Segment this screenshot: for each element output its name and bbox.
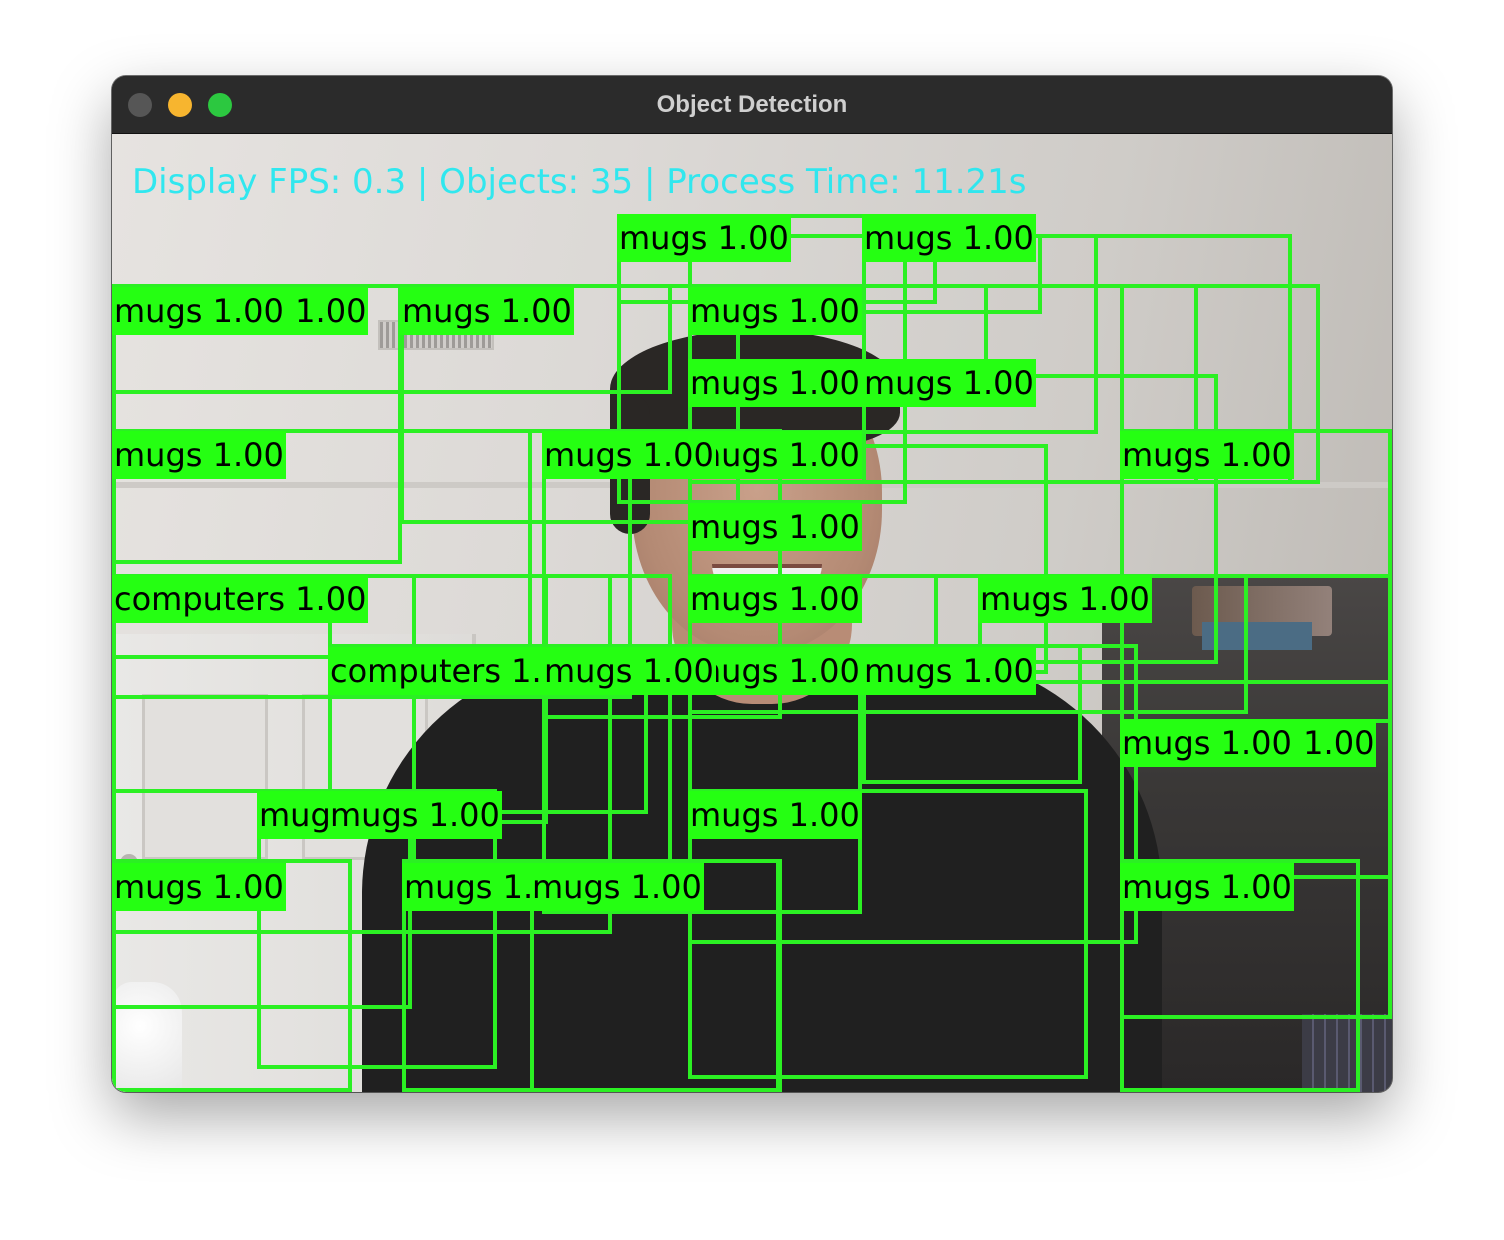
window-title: Object Detection: [656, 91, 848, 118]
detection-label: mugs 1.00: [688, 575, 862, 623]
detection-label: mugs 1.00: [328, 791, 502, 839]
detection-label: mugs 1.00: [1120, 431, 1294, 479]
detection-label: mugs 1.00: [862, 359, 1036, 407]
title-bar[interactable]: Object Detection: [112, 76, 1392, 134]
detection-label: mugs 1.00: [617, 214, 791, 262]
detection-label: mugs 1.00: [688, 287, 862, 335]
detection-labels: computers 1.00mugs 1.00mugs 1.00mugs 1.0…: [112, 134, 1392, 1092]
detection-label: computers 1.00: [112, 575, 369, 623]
detection-label: mugs 1.00: [112, 287, 286, 335]
camera-frame: computers 1.00mugs 1.00mugs 1.00mugs 1.0…: [112, 134, 1392, 1092]
detection-label: mugs 1.00: [688, 359, 862, 407]
detection-label: mugs 1.00: [688, 503, 862, 551]
detection-label: mugs 1.00: [542, 647, 716, 695]
detection-label: mugs 1.00: [862, 647, 1036, 695]
detection-label: mugs 1.00: [862, 214, 1036, 262]
detection-label: mugs 1.00: [1120, 719, 1294, 767]
detection-label: mugs 1.00: [1120, 863, 1294, 911]
detection-label: mugs 1.00: [400, 287, 574, 335]
detection-label: mugs 1.00: [542, 431, 716, 479]
detection-label: mugs 1.00: [978, 575, 1152, 623]
detection-label: mugs 1.00: [688, 791, 862, 839]
detection-label: mugs 1.00: [112, 863, 286, 911]
detection-label: mugs 1.00: [112, 431, 286, 479]
detection-label: mugs 1.00: [530, 863, 704, 911]
hud-stats: Display FPS: 0.3 | Objects: 35 | Process…: [132, 162, 1027, 202]
detection-window: Object Detection computers 1.00 mugs 1.00…: [112, 76, 1392, 1092]
